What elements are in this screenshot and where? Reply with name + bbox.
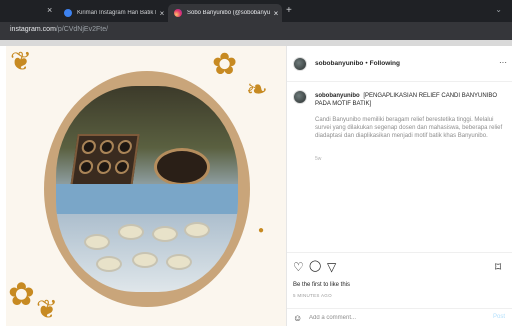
post-timestamp: 5 MINUTES AGO <box>293 293 332 298</box>
browser-tab-bar: × Kiriman Instagram Hari Batik Na × Sobo… <box>0 0 512 22</box>
batik-stamp <box>96 160 112 174</box>
batik-cloth <box>56 184 238 214</box>
tab-sobo-banyunibo[interactable]: Sobo Banyunibo (@sobobanyuni × <box>168 4 282 22</box>
comment-icon[interactable]: ◯ <box>309 261 321 272</box>
wax-dish <box>132 252 158 268</box>
emoji-icon[interactable]: ☺ <box>293 313 302 323</box>
ornament-right-dot: ● <box>258 225 265 236</box>
tab-close-icon[interactable]: × <box>270 9 282 18</box>
instagram-favicon-icon <box>174 9 182 17</box>
wax-dish <box>118 224 144 240</box>
wax-dish <box>152 226 178 242</box>
post-image[interactable]: ❦ ✿ ❧ ✿ ❦ ● <box>6 46 286 326</box>
batik-stamp <box>116 140 133 154</box>
post-header: sobobanyunibo • Following ··· <box>287 46 512 82</box>
caption-username[interactable]: sobobanyunibo <box>315 93 360 99</box>
ornament-top-right-curl: ❧ <box>246 74 268 104</box>
batik-stamp <box>78 160 94 174</box>
post-author: sobobanyunibo • Following <box>315 60 400 67</box>
ornament-bottom-left-curl: ❦ <box>36 294 58 324</box>
separator: • <box>365 60 368 67</box>
more-options-icon[interactable]: ··· <box>499 58 507 67</box>
caption: sobobanyunibo [PENGAPLIKASIAN RELIEF CAN… <box>315 92 507 108</box>
wax-dish <box>84 234 110 250</box>
tab-search-chevron-icon[interactable]: ⌄ <box>495 5 502 14</box>
batik-stamp <box>98 140 115 154</box>
batik-stamp <box>114 160 130 174</box>
url-host: instagram.com <box>10 26 56 33</box>
tab-title: Sobo Banyunibo (@sobobanyuni <box>187 10 270 16</box>
share-icon[interactable]: ▽ <box>327 261 336 273</box>
caption-avatar[interactable] <box>293 90 307 104</box>
wax-dish <box>166 254 192 270</box>
address-bar[interactable]: instagram.com/p/CVdNjEv2Fte/ <box>0 22 512 40</box>
bookmark-icon[interactable]: ⌑ <box>495 261 501 273</box>
instagram-favicon-icon <box>64 9 72 17</box>
heart-icon[interactable]: ♡ <box>293 261 304 273</box>
tab-close-icon[interactable]: × <box>156 9 168 18</box>
ornament-bottom-left: ✿ <box>8 276 35 312</box>
avatar[interactable] <box>293 57 307 71</box>
post-side-panel: sobobanyunibo • Following ··· sobobanyunib… <box>286 46 512 326</box>
url-text[interactable]: instagram.com/p/CVdNjEv2Fte/ <box>10 26 108 33</box>
wax-dish <box>96 256 122 272</box>
tab-instagram-batik[interactable]: Kiriman Instagram Hari Batik Na × <box>58 4 168 22</box>
wax-dish <box>184 222 210 238</box>
caption-time: 5w <box>315 156 322 162</box>
comment-bar: ☺ Post <box>287 308 512 326</box>
ornament-top-right: ✿ <box>212 48 238 81</box>
stamp-tray <box>70 134 140 186</box>
likes-text[interactable]: Be the first to like this <box>293 282 350 288</box>
username-link[interactable]: sobobanyunibo <box>315 60 363 67</box>
post-comment-button[interactable]: Post <box>493 314 505 320</box>
comment-input[interactable] <box>309 313 459 323</box>
caption-body: Candi Banyunibo memiliki beragam relief … <box>315 117 503 139</box>
url-path: /p/CVdNjEv2Fte/ <box>55 26 109 33</box>
post-actions: ♡ ◯ ▽ ⌑ Be the first to like this 5 MINU… <box>287 252 512 308</box>
batik-stamp-photo <box>56 86 238 292</box>
ornament-top-left: ❦ <box>10 46 32 76</box>
new-tab-button[interactable]: + <box>286 5 292 16</box>
batik-stamp <box>80 140 97 154</box>
tab-title: Kiriman Instagram Hari Batik Na <box>77 10 156 16</box>
following-button[interactable]: Following <box>370 60 400 67</box>
close-icon[interactable]: × <box>47 5 52 15</box>
batik-oval-stamp <box>154 148 210 186</box>
